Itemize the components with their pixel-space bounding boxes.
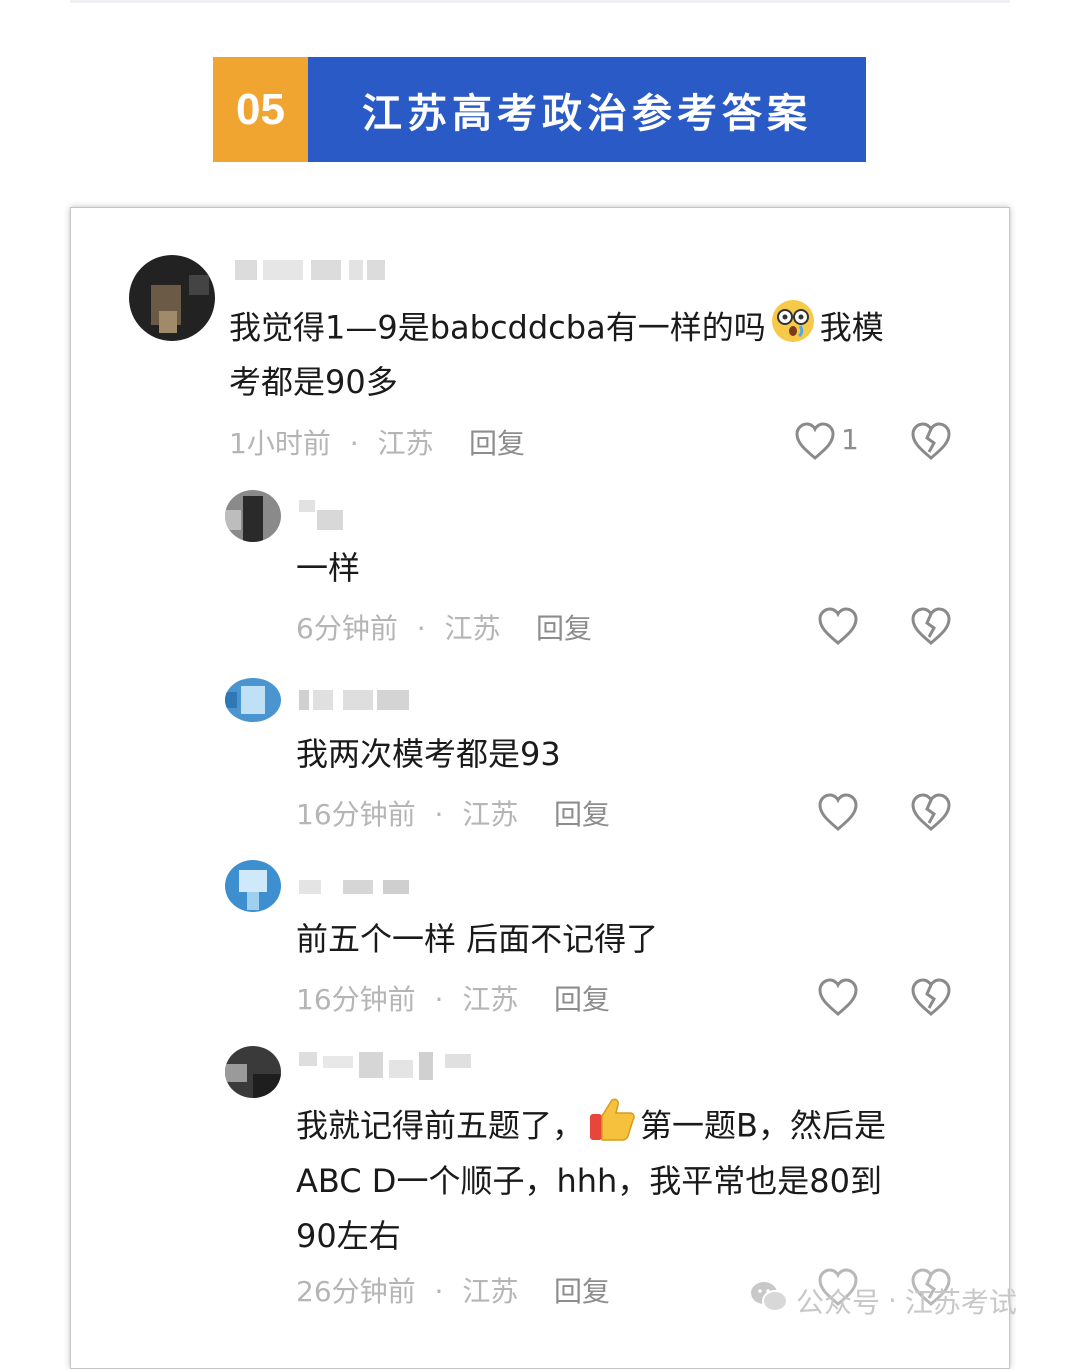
username-blurred[interactable] xyxy=(299,880,409,894)
username-blurred[interactable] xyxy=(299,1052,471,1082)
section-number: 05 xyxy=(213,57,308,162)
comment-location: 江苏 xyxy=(462,983,519,1016)
broken-heart-icon[interactable] xyxy=(909,791,953,835)
broken-heart-icon[interactable] xyxy=(909,605,953,649)
comment-screenshot-card: 我觉得1—9是babcddcba有一样的吗 我模 考都是90多 1小时前 · 江… xyxy=(70,207,1010,1369)
username-blurred[interactable] xyxy=(299,500,343,530)
thumbs-up-emoji xyxy=(588,1096,636,1159)
comment-meta: 16分钟前 · 江苏 回复 xyxy=(296,978,610,1018)
avatar[interactable] xyxy=(225,860,281,912)
meta-separator: · xyxy=(349,427,359,460)
heart-outline-icon[interactable] xyxy=(816,791,860,835)
comment-text: 前五个一样 后面不记得了 xyxy=(296,920,659,958)
comment-meta: 1小时前 · 江苏 回复 xyxy=(229,422,525,462)
reply-button[interactable]: 回复 xyxy=(554,978,610,1018)
meta-separator: · xyxy=(434,983,444,1016)
comment-text: 一样 xyxy=(296,549,361,587)
comment-time: 26分钟前 xyxy=(296,1275,416,1308)
section-title: 江苏高考政治参考答案 xyxy=(308,57,866,162)
heart-outline-icon[interactable] xyxy=(793,420,837,464)
avatar[interactable] xyxy=(225,490,281,542)
top-divider xyxy=(70,0,1010,3)
username-blurred[interactable] xyxy=(235,260,385,280)
comment-meta: 16分钟前 · 江苏 回复 xyxy=(296,793,610,833)
username-blurred[interactable] xyxy=(299,690,409,710)
comment-meta: 6分钟前 · 江苏 回复 xyxy=(296,607,592,647)
comment-text-continued: 考都是90多 xyxy=(229,363,398,401)
comment-location: 江苏 xyxy=(462,1275,519,1308)
watermark-prefix: 公众号 xyxy=(796,1285,881,1319)
avatar[interactable] xyxy=(225,1046,281,1098)
comment-text: 我觉得1—9是babcddcba有一样的吗 我模 xyxy=(229,298,884,361)
reply-button[interactable]: 回复 xyxy=(469,422,525,462)
heart-outline-icon[interactable] xyxy=(816,976,860,1020)
wechat-icon xyxy=(750,1280,788,1321)
broken-heart-icon[interactable] xyxy=(909,420,953,464)
comment-text: 我两次模考都是93 xyxy=(296,735,561,773)
reply-button[interactable]: 回复 xyxy=(554,793,610,833)
heart-outline-icon[interactable] xyxy=(816,605,860,649)
comment-time: 16分钟前 xyxy=(296,983,416,1016)
comment-text-continued: 90左右 xyxy=(296,1217,401,1255)
comment-location: 江苏 xyxy=(377,427,434,460)
comment-time: 16分钟前 xyxy=(296,798,416,831)
comment-location: 江苏 xyxy=(462,798,519,831)
astonished-face-emoji xyxy=(770,298,816,361)
meta-separator: · xyxy=(434,1275,444,1308)
reply-button[interactable]: 回复 xyxy=(536,607,592,647)
comment-time: 6分钟前 xyxy=(296,612,398,645)
comment-text: 我就记得前五题了， 第一题B，然后是 xyxy=(296,1096,886,1159)
comment-meta: 26分钟前 · 江苏 回复 xyxy=(296,1270,610,1310)
comment-location: 江苏 xyxy=(444,612,501,645)
section-banner: 05 江苏高考政治参考答案 xyxy=(213,57,866,162)
broken-heart-icon[interactable] xyxy=(909,976,953,1020)
comment-text-continued: ABC D一个顺子，hhh，我平常也是80到 xyxy=(296,1162,883,1200)
meta-separator: · xyxy=(416,612,426,645)
comment-time: 1小时前 xyxy=(229,427,331,460)
avatar[interactable] xyxy=(225,678,281,722)
avatar[interactable] xyxy=(129,255,215,341)
meta-separator: · xyxy=(434,798,444,831)
reply-button[interactable]: 回复 xyxy=(554,1270,610,1310)
like-count: 1 xyxy=(841,423,859,456)
watermark: 公众号 · 江苏考试 xyxy=(750,1280,1017,1321)
watermark-dot: · xyxy=(888,1284,897,1317)
watermark-account: 江苏考试 xyxy=(904,1285,1017,1319)
